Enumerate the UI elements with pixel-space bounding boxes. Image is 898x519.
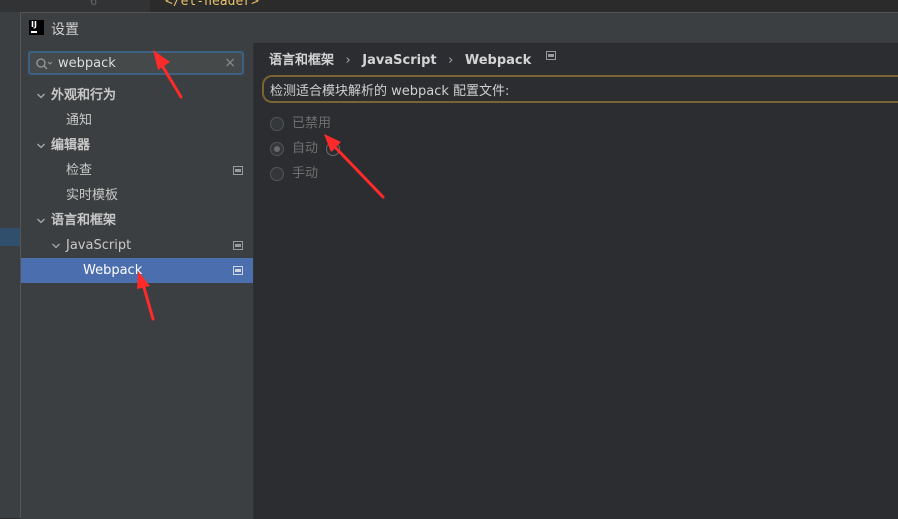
breadcrumb-separator: › (448, 53, 454, 68)
tree-item-live-templates[interactable]: 实时模板 (21, 183, 253, 208)
breadcrumb-item[interactable]: JavaScript (362, 51, 436, 71)
dialog-titlebar[interactable]: IJ 设置 (21, 13, 898, 43)
background-project-panel (0, 12, 20, 518)
breadcrumb-separator: › (345, 53, 351, 68)
background-selected-row (0, 228, 20, 246)
webpack-detect-label: 检测适合模块解析的 webpack 配置文件: (270, 84, 510, 99)
radio-button[interactable] (270, 117, 284, 131)
chevron-down-icon[interactable] (51, 241, 61, 251)
breadcrumb-item: Webpack (464, 53, 532, 68)
radio-label: 自动 (292, 141, 319, 156)
breadcrumb: 语言和框架 › JavaScript › Webpack (269, 51, 556, 71)
help-icon[interactable]: ? (326, 142, 340, 156)
tree-item-label: Webpack (83, 263, 143, 278)
settings-content: 语言和框架 › JavaScript › Webpack 检测适合模块解析的 w… (254, 43, 898, 519)
project-scope-icon (233, 241, 243, 250)
tree-item-label: 检查 (66, 163, 93, 178)
tree-item-javascript[interactable]: JavaScript (21, 233, 253, 258)
tree-item-label: 外观和行为 (51, 88, 117, 103)
search-icon[interactable] (35, 57, 53, 71)
tree-item-label: 编辑器 (51, 138, 91, 153)
settings-dialog: IJ 设置 × 外观和行为 通知 (20, 12, 898, 519)
tree-item-label: 语言和框架 (51, 213, 117, 228)
project-scope-icon (233, 166, 243, 175)
tree-item-label: JavaScript (66, 238, 132, 253)
project-scope-icon (545, 51, 556, 60)
tree-item-inspections[interactable]: 检查 (21, 158, 253, 183)
settings-tree: 外观和行为 通知 编辑器 检查 实时模板 语言和框架 JavaScript We… (21, 83, 253, 283)
search-highlight-box: 检测适合模块解析的 webpack 配置文件: (262, 75, 898, 103)
radio-label: 手动 (292, 166, 319, 181)
dialog-title: 设置 (51, 22, 79, 38)
breadcrumb-item[interactable]: 语言和框架 (269, 51, 334, 71)
radio-button[interactable] (270, 167, 284, 181)
chevron-down-icon[interactable] (36, 216, 46, 226)
tree-item-editor[interactable]: 编辑器 (21, 133, 253, 158)
radio-button[interactable] (270, 142, 284, 156)
line-number: 6 (90, 0, 98, 8)
project-scope-icon (233, 266, 243, 275)
code-line: </el-header> (165, 0, 259, 9)
editor-gutter: 6 (0, 0, 150, 12)
tree-item-appearance-behavior[interactable]: 外观和行为 (21, 83, 253, 108)
tree-item-languages-frameworks[interactable]: 语言和框架 (21, 208, 253, 233)
tree-item-label: 通知 (66, 113, 93, 128)
tree-item-label: 实时模板 (66, 188, 119, 203)
chevron-down-icon[interactable] (36, 91, 46, 101)
search-input[interactable] (58, 54, 218, 72)
tree-item-webpack[interactable]: Webpack (21, 258, 253, 283)
clear-icon[interactable]: × (224, 55, 236, 71)
settings-sidebar: × 外观和行为 通知 编辑器 检查 实 (21, 43, 254, 519)
intellij-logo-icon: IJ (29, 20, 44, 35)
radio-label: 已禁用 (292, 116, 332, 131)
background-editor: 6 </el-header> (0, 0, 898, 12)
settings-search-box[interactable]: × (28, 51, 244, 75)
chevron-down-icon[interactable] (36, 141, 46, 151)
tree-item-notifications[interactable]: 通知 (21, 108, 253, 133)
